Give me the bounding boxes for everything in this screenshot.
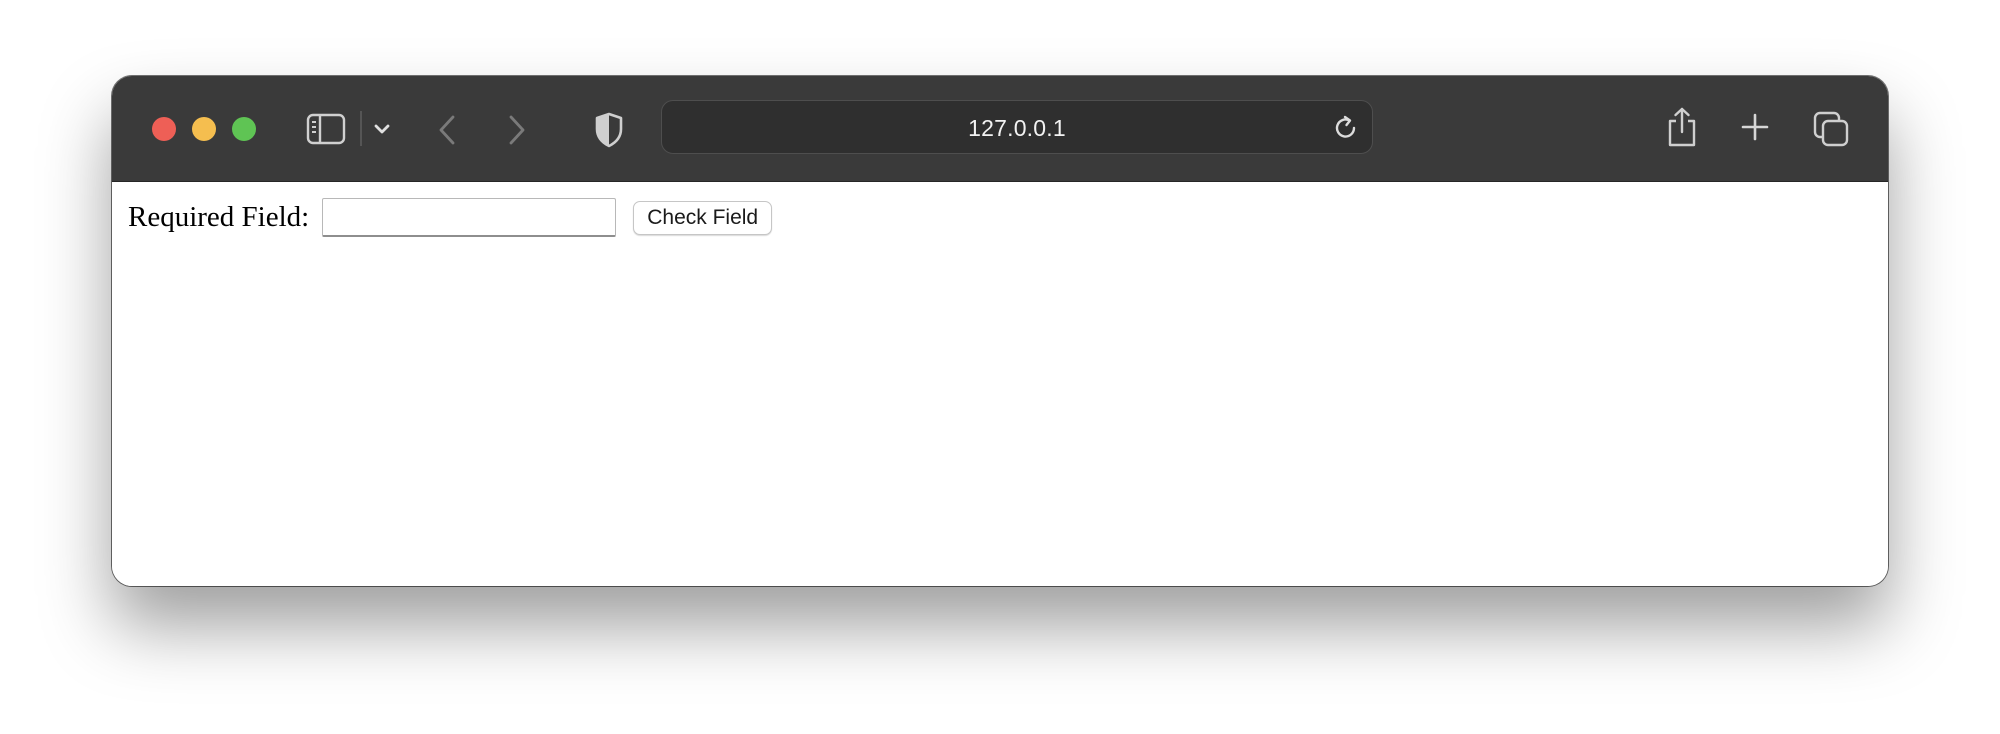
url-text: 127.0.0.1: [968, 115, 1066, 141]
sidebar-icon[interactable]: [306, 109, 346, 149]
required-field-input[interactable]: [322, 198, 617, 237]
required-field-form: Required Field: Check Field: [128, 198, 773, 237]
forward-arrow-icon[interactable]: [502, 112, 532, 148]
shield-icon[interactable]: [592, 110, 626, 150]
chevron-down-icon[interactable]: [370, 114, 394, 144]
reload-icon[interactable]: [1330, 112, 1362, 144]
address-bar[interactable]: 127.0.0.1: [661, 100, 1373, 154]
toolbar-divider: [360, 111, 362, 146]
required-field-label: Required Field:: [128, 201, 310, 233]
close-window-button[interactable]: [152, 117, 176, 141]
browser-toolbar: 127.0.0.1: [112, 76, 1888, 182]
check-field-button[interactable]: Check Field: [633, 200, 773, 235]
minimize-window-button[interactable]: [192, 117, 216, 141]
zoom-window-button[interactable]: [232, 117, 256, 141]
browser-window: 127.0.0.1 Required Field: Check Field: [112, 76, 1888, 586]
back-arrow-icon[interactable]: [432, 112, 462, 148]
share-icon[interactable]: [1664, 104, 1700, 150]
page-content: Required Field: Check Field: [112, 182, 1888, 586]
tabs-icon[interactable]: [1812, 110, 1850, 148]
plus-icon[interactable]: [1738, 110, 1772, 144]
